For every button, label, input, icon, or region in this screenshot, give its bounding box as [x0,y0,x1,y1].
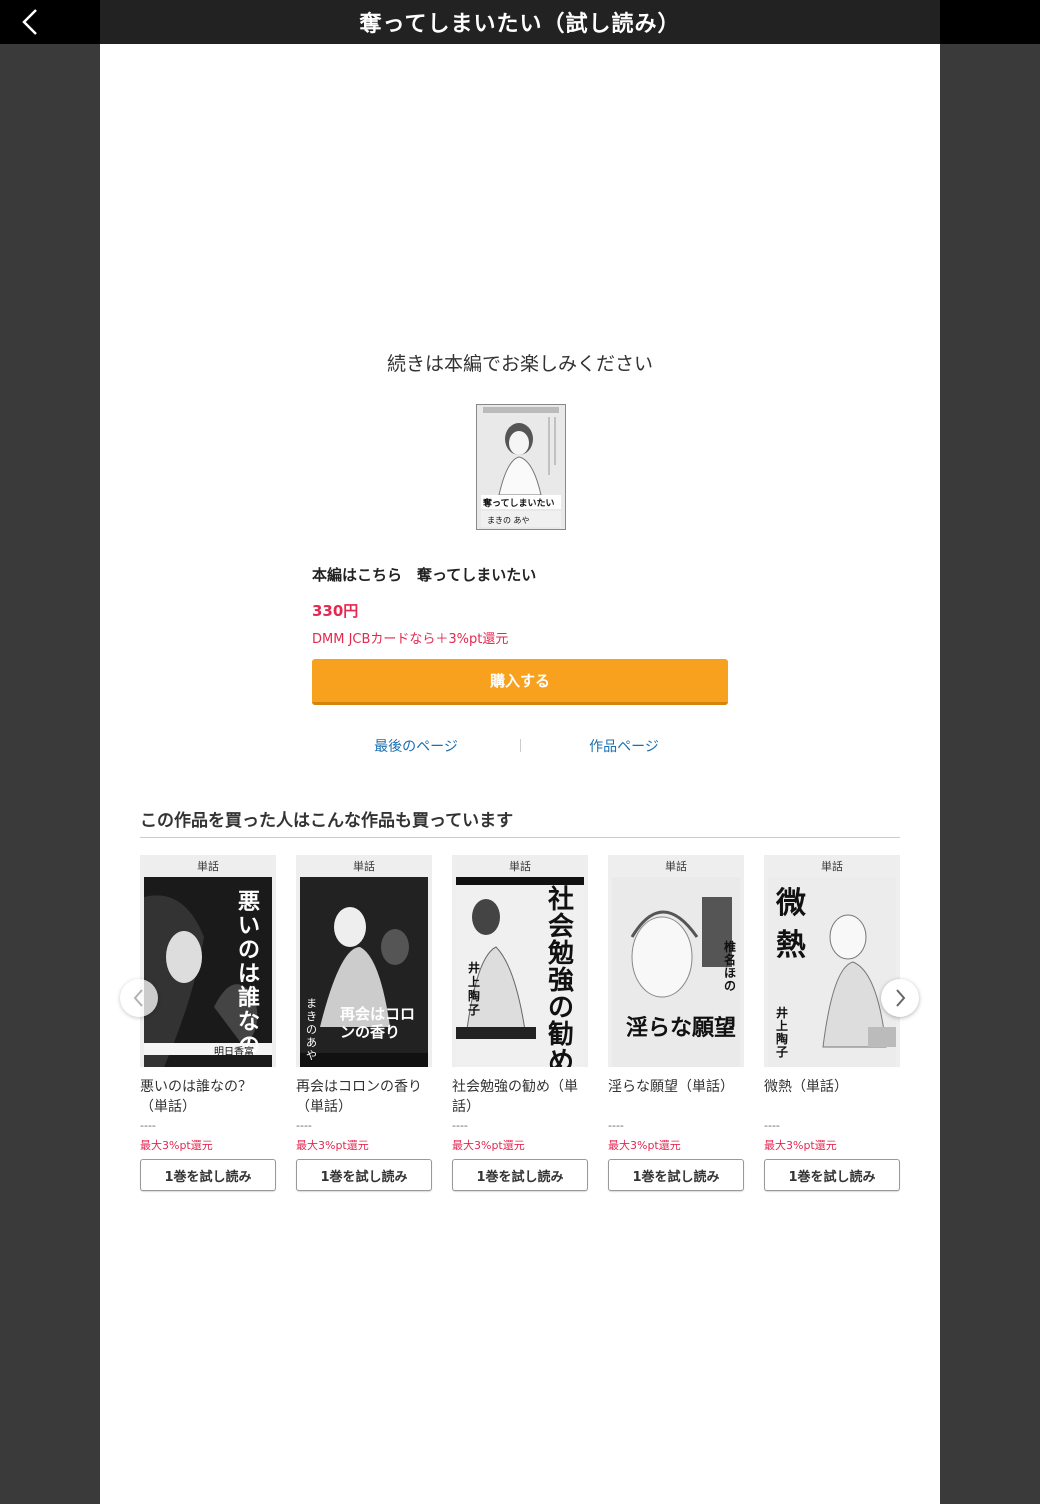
rec-card[interactable]: 単話 社会勉強の勧め 井上陶子 社会勉強の勧め（単話） ---- 最大3%pt還… [452,855,588,1191]
trial-read-button[interactable]: 1巻を試し読み [296,1159,432,1191]
product-title[interactable]: 本編はこちら 奪ってしまいたい [312,564,536,585]
cover-title-text: 奪ってしまいたい [483,499,555,509]
rec-thumb-wrap[interactable]: 単話 社会勉強の勧め 井上陶子 [452,855,588,1067]
rec-badge: 単話 [197,860,219,873]
rec-thumb-wrap[interactable]: 単話 淫らな願望 椎名ほの [608,855,744,1067]
page-links: 最後のページ 作品ページ [312,736,728,756]
chevron-left-icon [22,9,37,35]
rec-cover-author: 明日香富 [214,1047,254,1058]
rec-cover-image[interactable]: 悪いのは誰なの 明日香富 [144,877,272,1067]
rec-title[interactable]: 社会勉強の勧め（単話） [452,1077,588,1119]
rec-title[interactable]: 悪いのは誰なの？（単話） [140,1077,276,1119]
rec-badge: 単話 [353,860,375,873]
trial-read-button[interactable]: 1巻を試し読み [452,1159,588,1191]
divider [140,837,900,838]
rec-badge: 単話 [665,860,687,873]
rec-card[interactable]: 単話 微熱 井上陶子 微熱（単話） ---- 最大3%pt還元 1巻を試し読み [764,855,900,1191]
rec-cashback: 最大3%pt還元 [764,1139,837,1152]
chevron-left-icon [133,989,143,1007]
rec-cover-text: 社会勉強の勧め [548,885,575,1068]
cover-author-text: まきの あや [487,516,530,525]
content-panel: 続きは本編でお楽しみください 奪ってしまいたい まきの あや 本編はこちら 奪っ… [100,44,940,1504]
rec-title[interactable]: 淫らな願望（単話） [608,1077,744,1119]
rec-cover-text: 再会はコロンの香り [340,1005,416,1041]
carousel-prev-button[interactable] [120,979,158,1017]
chevron-right-icon [896,989,906,1007]
rec-cover-text: 悪いのは誰なの [238,890,261,1059]
title-bar: 奪ってしまいたい（試し読み） [100,0,940,44]
rec-price: ---- [140,1119,156,1132]
work-page-link[interactable]: 作品ページ [520,736,728,756]
top-bar: 奪ってしまいたい（試し読み） [0,0,1040,44]
buy-button[interactable]: 購入する [312,659,728,705]
trial-read-button[interactable]: 1巻を試し読み [140,1159,276,1191]
rec-cashback: 最大3%pt還元 [608,1139,681,1152]
main-cover-image[interactable]: 奪ってしまいたい まきの あや [476,404,566,530]
rec-badge: 単話 [821,860,843,873]
rec-badge: 単話 [509,860,531,873]
continue-message: 続きは本編でお楽しみください [386,353,653,375]
rec-card[interactable]: 単話 淫らな願望 椎名ほの 淫らな願望（単話） ---- 最大3%pt還元 1巻… [608,855,744,1191]
rec-cover-image[interactable]: 再会はコロンの香り まきの あや [300,877,428,1067]
rec-thumb-wrap[interactable]: 単話 微熱 井上陶子 [764,855,900,1067]
rec-cashback: 最大3%pt還元 [296,1139,369,1152]
rec-cover-image[interactable]: 淫らな願望 椎名ほの [612,877,740,1067]
rec-thumb-wrap[interactable]: 単話 悪いのは誰なの 明日香富 [140,855,276,1067]
recommendations-heading: この作品を買った人はこんな作品も買っています [140,811,514,831]
rec-card[interactable]: 単話 悪いのは誰なの 明日香富 悪いのは誰なの？（単話） ---- 最大3%pt… [140,855,276,1191]
rec-thumb-wrap[interactable]: 単話 再会はコロンの香り まきの あや [296,855,432,1067]
trial-read-button[interactable]: 1巻を試し読み [764,1159,900,1191]
rec-price: ---- [764,1119,780,1132]
rec-title[interactable]: 再会はコロンの香り（単話） [296,1077,432,1119]
rec-cashback: 最大3%pt還元 [452,1139,525,1152]
product-price: 330円 [312,602,359,620]
rec-cover-image[interactable]: 社会勉強の勧め 井上陶子 [456,877,584,1067]
rec-cover-author: まきの あや [306,997,317,1062]
rec-price: ---- [296,1119,312,1132]
cover-art [477,405,565,529]
rec-title[interactable]: 微熱（単話） [764,1077,900,1119]
rec-cover-text: 淫らな願望 [626,1016,737,1041]
rec-cover-author: 椎名ほの [724,940,737,993]
rec-cashback: 最大3%pt還元 [140,1139,213,1152]
rec-price: ---- [452,1119,468,1132]
rec-cover-image[interactable]: 微熱 井上陶子 [768,877,896,1067]
cashback-note: DMM JCBカードなら＋3%pt還元 [312,632,509,647]
back-button[interactable] [0,0,60,44]
rec-cover-text: 微熱 [776,886,806,963]
trial-read-button[interactable]: 1巻を試し読み [608,1159,744,1191]
carousel-next-button[interactable] [881,979,919,1017]
rec-cover-author: 井上陶子 [776,1006,789,1059]
rec-card[interactable]: 単話 再会はコロンの香り まきの あや 再会はコロンの香り（単話） ---- 最… [296,855,432,1191]
last-page-link[interactable]: 最後のページ [312,736,520,756]
rec-cover-author: 井上陶子 [468,961,481,1017]
rec-price: ---- [608,1119,624,1132]
page-title: 奪ってしまいたい（試し読み） [359,12,681,37]
